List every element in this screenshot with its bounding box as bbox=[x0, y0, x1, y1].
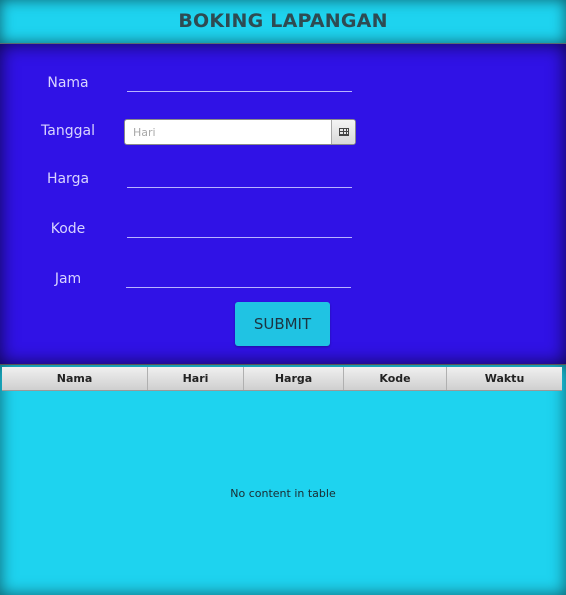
column-header-nama[interactable]: Nama bbox=[2, 367, 148, 390]
jam-input[interactable] bbox=[126, 270, 351, 288]
column-header-hari[interactable]: Hari bbox=[148, 367, 244, 390]
tanggal-date-picker[interactable] bbox=[124, 119, 356, 145]
column-header-waktu[interactable]: Waktu bbox=[447, 367, 562, 390]
nama-input[interactable] bbox=[127, 74, 352, 92]
app-header: BOKING LAPANGAN bbox=[0, 0, 566, 44]
kode-label: Kode bbox=[50, 221, 86, 237]
harga-label: Harga bbox=[46, 171, 90, 187]
jam-label: Jam bbox=[54, 271, 82, 287]
submit-button[interactable]: SUBMIT bbox=[235, 302, 330, 346]
page-title: BOKING LAPANGAN bbox=[178, 10, 388, 32]
kode-input[interactable] bbox=[127, 220, 352, 238]
booking-form: Nama Tanggal Harga Kode Jam SUBMIT bbox=[0, 44, 566, 364]
tanggal-label: Tanggal bbox=[41, 123, 95, 139]
table-header: Nama Hari Harga Kode Waktu bbox=[2, 367, 562, 391]
column-header-kode[interactable]: Kode bbox=[344, 367, 447, 390]
date-picker-button[interactable] bbox=[331, 120, 355, 144]
table-empty-message: No content in table bbox=[230, 487, 336, 500]
calendar-icon bbox=[339, 128, 349, 136]
column-header-harga[interactable]: Harga bbox=[244, 367, 344, 390]
nama-label: Nama bbox=[47, 75, 89, 91]
tanggal-input[interactable] bbox=[125, 120, 332, 144]
harga-input[interactable] bbox=[127, 170, 352, 188]
booking-table[interactable]: Nama Hari Harga Kode Waktu No content in… bbox=[0, 364, 566, 595]
